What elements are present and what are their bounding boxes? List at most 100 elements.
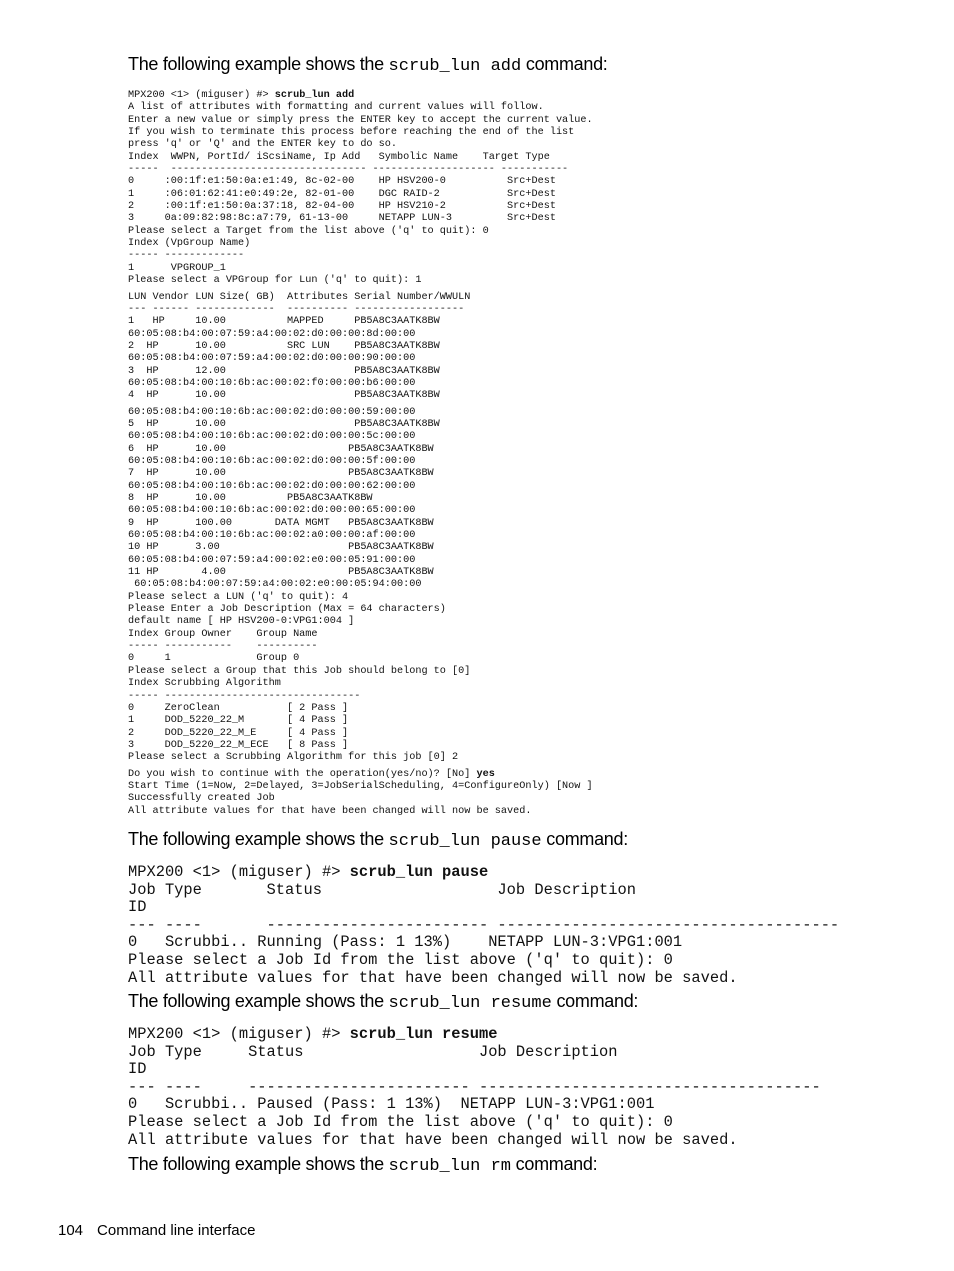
confirm-line: Do you wish to continue with the operati… [128, 769, 593, 781]
output-line: 1 HP 10.00 MAPPED PB5A8C3AATK8BW [128, 316, 440, 328]
output-line: Please Enter a Job Description (Max = 64… [128, 604, 446, 616]
page-footer: 104 Command line interface [58, 1222, 255, 1239]
output-lines: Job Type Status Job Description ID --- ---… [128, 1042, 821, 1150]
output-line: 0 Scrubbi.. Paused (Pass: 1 13%) NETAPP … [128, 1095, 655, 1114]
output-line: ID [128, 898, 147, 917]
output-line: 60:05:08:b4:00:07:59:a4:00:02:e0:00:05:9… [128, 579, 422, 591]
output-line: 1 DOD_5220_22_M [ 4 Pass ] [128, 715, 349, 727]
intro-command: scrub_lun rm [388, 1157, 511, 1176]
intro-text: The following example shows the [128, 1154, 389, 1174]
output-line: Please select a Scrubbing Algorithm for … [128, 752, 459, 764]
prompt-line: MPX200 <1> (miguser) #> scrub_lun pause [128, 863, 839, 882]
confirm-prompt: Do you wish to continue with the operati… [128, 768, 477, 780]
output-line: LUN Vendor LUN Size( GB) Attributes Seri… [128, 291, 471, 303]
intro-scrub-lun-add: The following example shows the scrub_lu… [128, 54, 608, 76]
output-line: 10 HP 3.00 PB5A8C3AATK8BW [128, 542, 434, 554]
confirm-answer: yes [476, 768, 495, 780]
code-block-add: MPX200 <1> (miguser) #> scrub_lun add A l… [128, 90, 593, 818]
output-line: 3 HP 12.00 PB5A8C3AATK8BW [128, 365, 440, 377]
output-line: 60:05:08:b4:00:10:6b:ac:00:02:d0:00:00:6… [128, 505, 416, 517]
output-line: 5 HP 10.00 PB5A8C3AATK8BW [128, 418, 440, 430]
output-line: Please select a Target from the list abo… [128, 225, 489, 237]
output-line: 60:05:08:b4:00:07:59:a4:00:02:e0:00:05:9… [128, 554, 416, 566]
output-line: All attribute values for that have been … [128, 805, 532, 817]
output-line: ----- -------------------------------- -… [128, 164, 569, 176]
output-line: 60:05:08:b4:00:10:6b:ac:00:02:d0:00:00:5… [128, 431, 416, 443]
intro-text: The following example shows the [128, 829, 389, 849]
output-line: All attribute values for that have been … [128, 1130, 738, 1149]
intro-command: scrub_lun pause [388, 832, 542, 851]
output-line: Please select a LUN ('q' to quit): 4 [128, 591, 349, 603]
page-number: 104 [58, 1222, 84, 1239]
output-line: 1 :06:01:62:41:e0:49:2e, 82-01-00 DGC RA… [128, 188, 556, 200]
output-line: Enter a new value or simply press the EN… [128, 114, 593, 126]
output-line: 60:05:08:b4:00:10:6b:ac:00:02:d0:00:00:5… [128, 406, 416, 418]
prompt: MPX200 <1> (miguser) #> [128, 90, 275, 101]
output-line: 60:05:08:b4:00:10:6b:ac:00:02:d0:00:00:6… [128, 480, 416, 492]
output-line: Job Type Status Job Description [128, 880, 636, 899]
output-lines: A list of attributes with formatting and… [128, 102, 593, 287]
output-line: 11 HP 4.00 PB5A8C3AATK8BW [128, 567, 434, 579]
output-line: 60:05:08:b4:00:10:6b:ac:00:02:d0:00:00:5… [128, 455, 416, 467]
output-line: Start Time (1=Now, 2=Delayed, 3=JobSeria… [128, 780, 593, 792]
output-line: Please select a Job Id from the list abo… [128, 950, 673, 969]
output-line: If you wish to terminate this process be… [128, 127, 575, 139]
intro-text: The following example shows the [128, 991, 389, 1011]
output-line: 8 HP 10.00 PB5A8C3AATK8BW [128, 493, 373, 504]
output-line: 0 :00:1f:e1:50:0a:e1:49, 8c-02-00 HP HSV… [128, 176, 556, 188]
intro-scrub-lun-resume: The following example shows the scrub_lu… [128, 991, 638, 1013]
output-line: A list of attributes with formatting and… [128, 102, 544, 114]
output-line: 1 VPGROUP_1 [128, 262, 226, 274]
output-line: Please select a Group that this Job shou… [128, 665, 471, 677]
lun-table: LUN Vendor LUN Size( GB) Attributes Seri… [128, 292, 593, 403]
output-line: ----- ----------- ---------- [128, 641, 318, 653]
output-line: --- ------ ------------- ---------- ----… [128, 303, 465, 315]
output-line: 60:05:08:b4:00:10:6b:ac:00:02:f0:00:00:b… [128, 377, 416, 389]
intro-scrub-lun-rm: The following example shows the scrub_lu… [128, 1154, 598, 1176]
prompt: MPX200 <1> (miguser) #> [128, 863, 350, 881]
output-line: 0 Scrubbi.. Running (Pass: 1 13%) NETAPP… [128, 933, 683, 952]
output-line: Job Type Status Job Description [128, 1042, 618, 1061]
output-line: 2 DOD_5220_22_M_E [ 4 Pass ] [128, 727, 349, 739]
output-line: 7 HP 10.00 PB5A8C3AATK8BW [128, 468, 434, 480]
intro-scrub-lun-pause: The following example shows the scrub_lu… [128, 829, 628, 851]
intro-command: scrub_lun resume [388, 994, 552, 1013]
command: scrub_lun resume [349, 1025, 498, 1043]
output-line: Please select a VPGroup for Lun ('q' to … [128, 275, 422, 287]
section-title: Command line interface [97, 1222, 256, 1239]
output-line: ----- ------------- [128, 250, 245, 262]
output-lines: 60:05:08:b4:00:10:6b:ac:00:02:d0:00:00:5… [128, 407, 593, 765]
intro-text: command: [541, 829, 628, 849]
output-line: 60:05:08:b4:00:10:6b:ac:00:02:a0:00:00:a… [128, 530, 416, 542]
output-line: Index WWPN, PortId/ iScsiName, Ip Add Sy… [128, 151, 550, 163]
output-line: 3 0a:09:82:98:8c:a7:79, 61-13-00 NETAPP … [128, 213, 556, 225]
output-line: Successfully created Job [128, 793, 275, 805]
output-line: 2 HP 10.00 SRC LUN PB5A8C3AATK8BW [128, 340, 440, 352]
output-line: 3 DOD_5220_22_M_ECE [ 8 Pass ] [128, 739, 349, 751]
output-line: 0 ZeroClean [ 2 Pass ] [128, 702, 349, 714]
output-line: 60:05:08:b4:00:07:59:a4:00:02:d0:00:00:8… [128, 328, 416, 340]
intro-text: The following example shows the [128, 54, 389, 74]
output-line: 6 HP 10.00 PB5A8C3AATK8BW [128, 443, 434, 455]
prompt-line: MPX200 <1> (miguser) #> scrub_lun resume [128, 1025, 821, 1044]
intro-text: command: [510, 1154, 598, 1174]
output-line: ----- -------------------------------- [128, 690, 361, 702]
output-line: default name [ HP HSV200-0:VPG1:004 ] [128, 616, 355, 628]
output-line: 4 HP 10.00 PB5A8C3AATK8BW [128, 390, 440, 402]
command: scrub_lun add [274, 90, 355, 101]
output-line: Index Scrubbing Algorithm [128, 678, 281, 690]
output-line: 60:05:08:b4:00:07:59:a4:00:02:d0:00:00:9… [128, 353, 416, 365]
output-lines: Start Time (1=Now, 2=Delayed, 3=JobSeria… [128, 781, 593, 818]
code-block-resume: MPX200 <1> (miguser) #> scrub_lun resume… [128, 1025, 821, 1150]
output-line: 0 1 Group 0 [128, 653, 300, 665]
prompt: MPX200 <1> (miguser) #> [128, 1025, 350, 1043]
prompt-line: MPX200 <1> (miguser) #> scrub_lun add [128, 90, 593, 102]
output-line: press 'q' or 'Q' and the ENTER key to do… [128, 139, 397, 151]
output-line: Please select a Job Id from the list abo… [128, 1112, 673, 1131]
code-block-pause: MPX200 <1> (miguser) #> scrub_lun pause J… [128, 863, 840, 987]
output-line: 2 :00:1f:e1:50:0a:37:18, 82-04-00 HP HSV… [128, 201, 556, 213]
output-line: --- ---- ------------------------ ------… [128, 915, 840, 934]
output-line: All attribute values for that have been … [128, 968, 738, 987]
output-line: Index Group Owner Group Name [128, 628, 318, 640]
output-line: 9 HP 100.00 DATA MGMT PB5A8C3AATK8BW [128, 517, 434, 529]
